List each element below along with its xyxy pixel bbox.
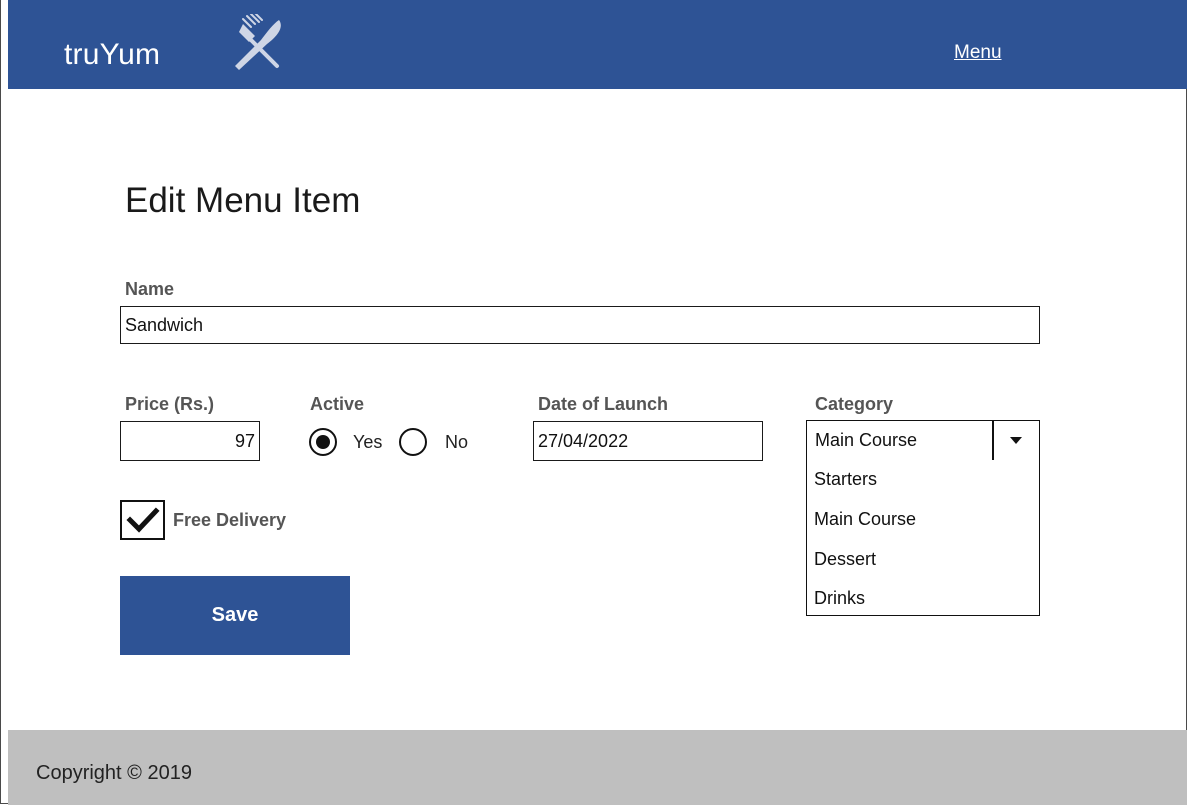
price-input-value: 97 [234, 430, 255, 451]
active-no-label: No [445, 432, 469, 452]
launch-date-label: Date of Launch [538, 394, 669, 414]
active-no-radio[interactable] [399, 428, 427, 456]
footer-bar: Copyright © 2019 [8, 730, 1187, 805]
category-select[interactable]: Main Course [806, 420, 1040, 461]
category-option-drinks[interactable]: Drinks [814, 588, 865, 609]
save-button[interactable]: Save [120, 576, 350, 655]
header-bar: truYum Menu [8, 0, 1187, 89]
category-option-main-course[interactable]: Main Course [814, 509, 916, 530]
radio-selected-dot [316, 435, 330, 449]
category-label: Category [815, 394, 894, 414]
category-option-dessert[interactable]: Dessert [814, 549, 876, 570]
category-option-starters[interactable]: Starters [814, 469, 877, 490]
name-input[interactable]: Sandwich [120, 306, 1040, 344]
price-input[interactable]: 97 [120, 421, 260, 461]
free-delivery-checkbox[interactable] [120, 500, 165, 540]
copyright-text: Copyright © 2019 [36, 762, 192, 784]
category-selected-value: Main Course [815, 430, 918, 450]
free-delivery-label: Free Delivery [173, 510, 287, 530]
nav-menu-link[interactable]: Menu [954, 42, 1002, 64]
active-label: Active [310, 394, 365, 414]
fork-knife-icon [235, 14, 281, 70]
select-divider [992, 421, 994, 460]
price-label: Price (Rs.) [125, 394, 215, 414]
name-label: Name [125, 279, 175, 299]
chevron-down-icon[interactable] [1010, 437, 1022, 444]
page-title: Edit Menu Item [125, 181, 361, 220]
launch-date-value: 27/04/2022 [538, 430, 629, 451]
active-yes-label: Yes [353, 432, 383, 452]
brand-logo-text: truYum [64, 38, 161, 71]
name-input-value: Sandwich [125, 314, 204, 335]
active-yes-radio[interactable] [309, 428, 337, 456]
launch-date-input[interactable]: 27/04/2022 [533, 421, 763, 461]
category-dropdown-list: Starters Main Course Dessert Drinks [806, 460, 1040, 616]
checkmark-icon [126, 507, 160, 533]
